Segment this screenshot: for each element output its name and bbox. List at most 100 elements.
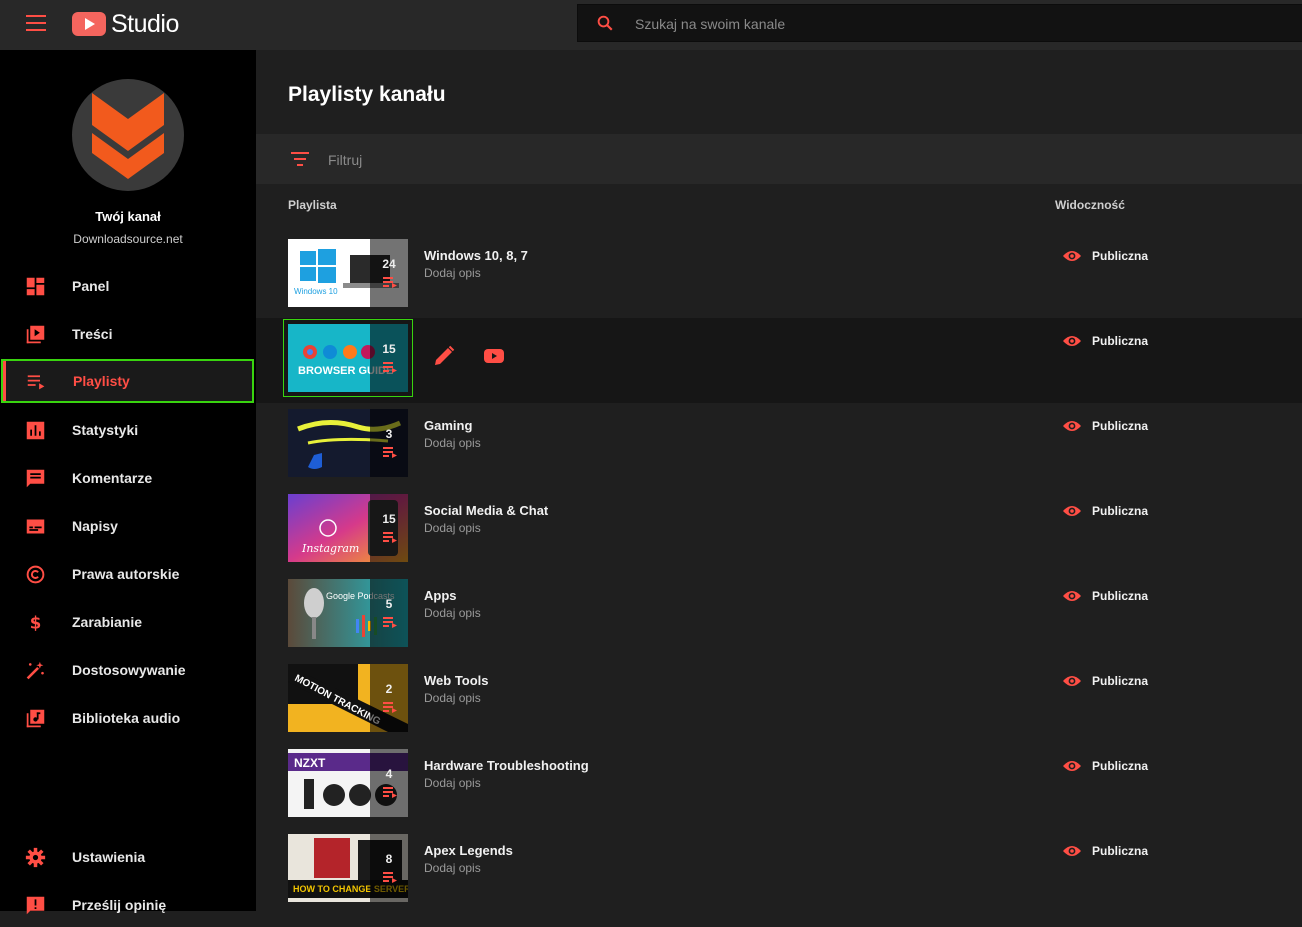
table-row[interactable]: MOTION TRACKING 2 Web Tools Dodaj opis P… [256,658,1302,743]
playlist-thumbnail[interactable]: BROWSER GUIDE 15 [283,319,413,397]
channel-heading: Twój kanał [95,209,161,224]
sidebar-item-label: Ustawienia [72,849,146,865]
sidebar-item-panel[interactable]: Panel [0,264,256,308]
eye-icon [1063,761,1081,771]
playlist-thumbnail[interactable]: Google Podcasts 5 [288,579,408,647]
column-header-visibility[interactable]: Widoczność [1055,198,1125,212]
sidebar-item-playlists[interactable]: Playlisty [1,359,254,403]
pencil-icon [435,345,455,365]
table-row[interactable]: HOW TO CHANGE SERVERS 8 Apex Legends Dod… [256,828,1302,913]
filter-icon[interactable] [290,152,310,166]
sidebar-item-content[interactable]: Treści [0,312,256,356]
sidebar: Twój kanał Downloadsource.net Panel Treś… [0,50,256,915]
eye-icon [1063,251,1081,261]
playlist-title[interactable]: Web Tools [424,673,489,688]
column-header-playlist[interactable]: Playlista [288,198,337,212]
sidebar-item-label: Komentarze [72,470,153,486]
search-icon[interactable] [596,14,614,32]
playlist-description[interactable]: Dodaj opis [424,436,481,450]
visibility-status[interactable]: Publiczna [1062,674,1148,688]
video-count: 3 [385,427,393,441]
playlist-title[interactable]: Gaming [424,418,472,433]
playlist-queue-icon [383,787,397,798]
visibility-status[interactable]: Publiczna [1062,419,1148,433]
sidebar-item-audio-library[interactable]: Biblioteka audio [0,696,256,740]
eye-icon [1063,846,1081,856]
visibility-status[interactable]: Publiczna [1062,334,1148,348]
playlist-thumbnail[interactable]: NZXT 4 [288,749,408,817]
thumbnail-text: Windows 10 [294,287,338,296]
channel-avatar[interactable] [72,79,184,191]
sidebar-item-settings[interactable]: Ustawienia [0,835,256,879]
row-actions [432,344,506,368]
visibility-status[interactable]: Publiczna [1062,844,1148,858]
sidebar-item-monetization[interactable]: $ Zarabianie [0,600,256,644]
eye-icon [1063,506,1081,516]
video-count: 4 [385,767,393,781]
table-row[interactable]: Instagram 15 Social Media & Chat Dodaj o… [256,488,1302,573]
menu-icon[interactable] [26,15,46,31]
playlist-thumbnail[interactable]: Windows 10 24 [288,239,408,307]
playlist-description[interactable]: Dodaj opis [424,691,481,705]
playlist-title[interactable]: Hardware Troubleshooting [424,758,589,773]
sidebar-item-label: Dostosowywanie [72,662,186,678]
playlist-description[interactable]: Dodaj opis [424,776,481,790]
playlist-description[interactable]: Dodaj opis [424,521,481,535]
visibility-status[interactable]: Publiczna [1062,759,1148,773]
playlist-thumbnail[interactable]: MOTION TRACKING 2 [288,664,408,732]
filter-bar[interactable] [256,134,1302,184]
video-count: 5 [385,597,393,611]
youtube-studio-logo[interactable]: Studio [72,9,179,39]
sidebar-item-comments[interactable]: Komentarze [0,456,256,500]
thumbnail-overlay [370,834,408,902]
sidebar-item-label: Playlisty [73,373,130,389]
channel-name[interactable]: Downloadsource.net [0,232,256,246]
playlist-queue-icon [383,702,397,713]
sidebar-item-customization[interactable]: Dostosowywanie [0,648,256,692]
thumbnail-overlay [370,409,408,477]
playlist-title[interactable]: Social Media & Chat [424,503,548,518]
playlist-description[interactable]: Dodaj opis [424,861,481,875]
table-row[interactable]: BROWSER GUIDE 15 Publiczna [256,318,1302,403]
audio-library-icon [26,709,45,728]
eye-icon [1063,676,1081,686]
table-row[interactable]: Windows 10 24 Windows 10, 8, 7 Dodaj opi… [256,233,1302,318]
sidebar-item-feedback[interactable]: Prześlij opinię [0,883,256,927]
playlist-thumbnail[interactable]: 3 [288,409,408,477]
visibility-label: Publiczna [1092,759,1149,773]
playlist-title[interactable]: Apps [424,588,457,603]
table-row[interactable]: 3 Gaming Dodaj opis Publiczna [256,403,1302,488]
playlist-title[interactable]: Apex Legends [424,843,513,858]
playlist-description[interactable]: Dodaj opis [424,266,481,280]
visibility-label: Publiczna [1092,419,1149,433]
visibility-status[interactable]: Publiczna [1062,249,1148,263]
visibility-status[interactable]: Publiczna [1062,589,1148,603]
dollar-icon: $ [30,614,42,633]
thumbnail-overlay [370,579,408,647]
table-row[interactable]: Google Podcasts 5 Apps Dodaj opis Public… [256,573,1302,658]
comments-icon [26,469,45,488]
visibility-status[interactable]: Publiczna [1062,504,1148,518]
view-on-youtube-button[interactable] [482,344,506,368]
playlist-queue-icon [383,532,397,543]
playlist-title[interactable]: Windows 10, 8, 7 [424,248,528,263]
search-input[interactable] [633,13,1237,35]
playlist-thumbnail[interactable]: Instagram 15 [288,494,408,562]
sidebar-item-subtitles[interactable]: Napisy [0,504,256,548]
eye-icon [1063,421,1081,431]
table-row[interactable]: NZXT 4 Hardware Troubleshooting Dodaj op… [256,743,1302,828]
playlist-thumbnail[interactable]: HOW TO CHANGE SERVERS 8 [288,834,408,902]
playlist-description[interactable]: Dodaj opis [424,606,481,620]
sidebar-item-label: Panel [72,278,110,294]
sidebar-item-analytics[interactable]: Statystyki [0,408,256,452]
visibility-label: Publiczna [1092,844,1149,858]
video-count: 15 [382,512,396,526]
channel-logo-icon [92,93,164,179]
filter-input[interactable] [326,149,730,171]
search-box[interactable] [577,4,1302,42]
edit-button[interactable] [432,344,456,368]
main-content: Playlisty kanału Playlista Widoczność Wi… [256,50,1302,911]
sidebar-item-copyright[interactable]: Prawa autorskie [0,552,256,596]
visibility-label: Publiczna [1092,674,1149,688]
gear-icon [25,847,46,868]
